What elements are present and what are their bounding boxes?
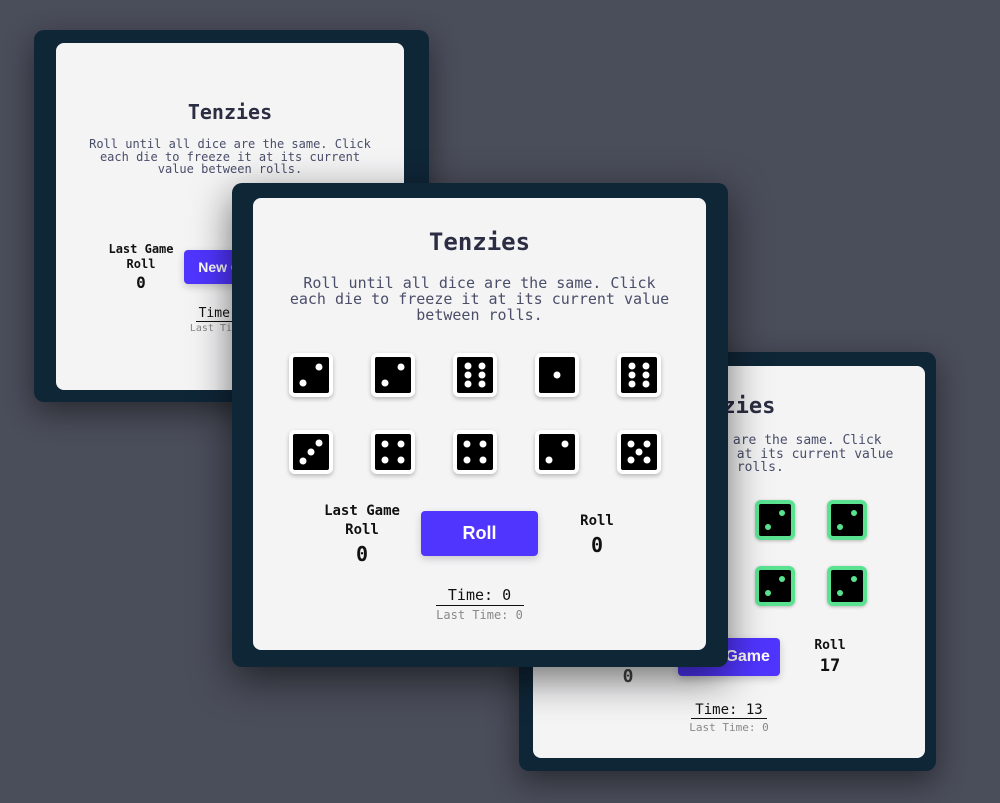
die-pip <box>315 363 323 371</box>
game-title: Tenzies <box>187 100 273 124</box>
die-pip <box>381 379 389 387</box>
die-5[interactable] <box>827 500 867 540</box>
last-time-display: Last Time: 0 <box>689 721 769 734</box>
die-10[interactable] <box>827 566 867 606</box>
die-pip <box>299 457 307 465</box>
last-game-label: Last Game <box>324 503 400 519</box>
die-pip <box>779 575 786 582</box>
die-5[interactable] <box>617 353 661 397</box>
die-pip <box>478 362 486 370</box>
timer-display: Time: 13 <box>695 702 763 718</box>
roll-label: Roll <box>580 513 614 529</box>
die-pip <box>463 440 471 448</box>
die-pip <box>464 380 472 388</box>
roll-button[interactable]: Roll <box>421 511 538 556</box>
die-pip <box>779 509 786 516</box>
game-description: Roll until all dice are the same. Click … <box>289 274 670 324</box>
die-1[interactable] <box>289 353 333 397</box>
die-pip <box>553 371 561 379</box>
last-game-value: 0 <box>622 666 634 687</box>
die-pip <box>628 362 636 370</box>
die-4[interactable] <box>535 353 579 397</box>
die-pip <box>561 440 569 448</box>
die-pip <box>299 379 307 387</box>
die-pip <box>628 371 636 379</box>
roll-label: Roll <box>814 638 846 653</box>
center-game-card: Tenzies Roll until all dice are the same… <box>232 183 728 667</box>
die-pip <box>627 456 635 464</box>
die-pip <box>478 380 486 388</box>
die-pip <box>397 440 405 448</box>
die-7[interactable] <box>371 430 415 474</box>
die-pip <box>381 440 389 448</box>
die-pip <box>478 371 486 379</box>
die-pip <box>464 362 472 370</box>
die-pip <box>397 456 405 464</box>
die-pip <box>315 439 323 447</box>
die-9[interactable] <box>755 566 795 606</box>
die-pip <box>764 524 771 531</box>
die-pip <box>836 524 843 531</box>
die-8[interactable] <box>453 430 497 474</box>
die-pip <box>463 456 471 464</box>
last-game-roll-label: Roll <box>345 522 379 538</box>
last-game-value: 0 <box>355 542 369 566</box>
die-pip <box>628 380 636 388</box>
die-6[interactable] <box>289 430 333 474</box>
roll-count-value: 0 <box>590 533 604 557</box>
die-pip <box>635 448 643 456</box>
die-pip <box>464 371 472 379</box>
die-pip <box>642 380 650 388</box>
center-game-panel: Tenzies Roll until all dice are the same… <box>253 198 706 650</box>
die-pip <box>851 509 858 516</box>
die-pip <box>627 440 635 448</box>
timer-display: Time: 0 <box>447 586 512 604</box>
die-10[interactable] <box>617 430 661 474</box>
die-pip <box>307 448 315 456</box>
die-pip <box>643 440 651 448</box>
last-game-roll-label: Roll <box>126 257 156 271</box>
die-pip <box>764 590 771 597</box>
die-pip <box>836 590 843 597</box>
die-pip <box>545 456 553 464</box>
die-9[interactable] <box>535 430 579 474</box>
roll-count-value: 17 <box>819 656 841 676</box>
die-pip <box>381 456 389 464</box>
timer-underline <box>691 718 767 719</box>
game-description: Roll until all dice are the same. Click … <box>89 137 371 177</box>
die-pip <box>397 363 405 371</box>
die-4[interactable] <box>755 500 795 540</box>
die-2[interactable] <box>371 353 415 397</box>
die-pip <box>642 371 650 379</box>
last-game-value: 0 <box>136 273 146 292</box>
last-time-display: Last Time: 0 <box>436 608 523 622</box>
die-3[interactable] <box>453 353 497 397</box>
die-pip <box>642 362 650 370</box>
game-title: Tenzies <box>428 228 531 256</box>
die-pip <box>643 456 651 464</box>
last-game-label: Last Game <box>108 242 174 256</box>
die-pip <box>479 440 487 448</box>
die-pip <box>479 456 487 464</box>
timer-underline <box>436 605 524 606</box>
die-pip <box>851 575 858 582</box>
